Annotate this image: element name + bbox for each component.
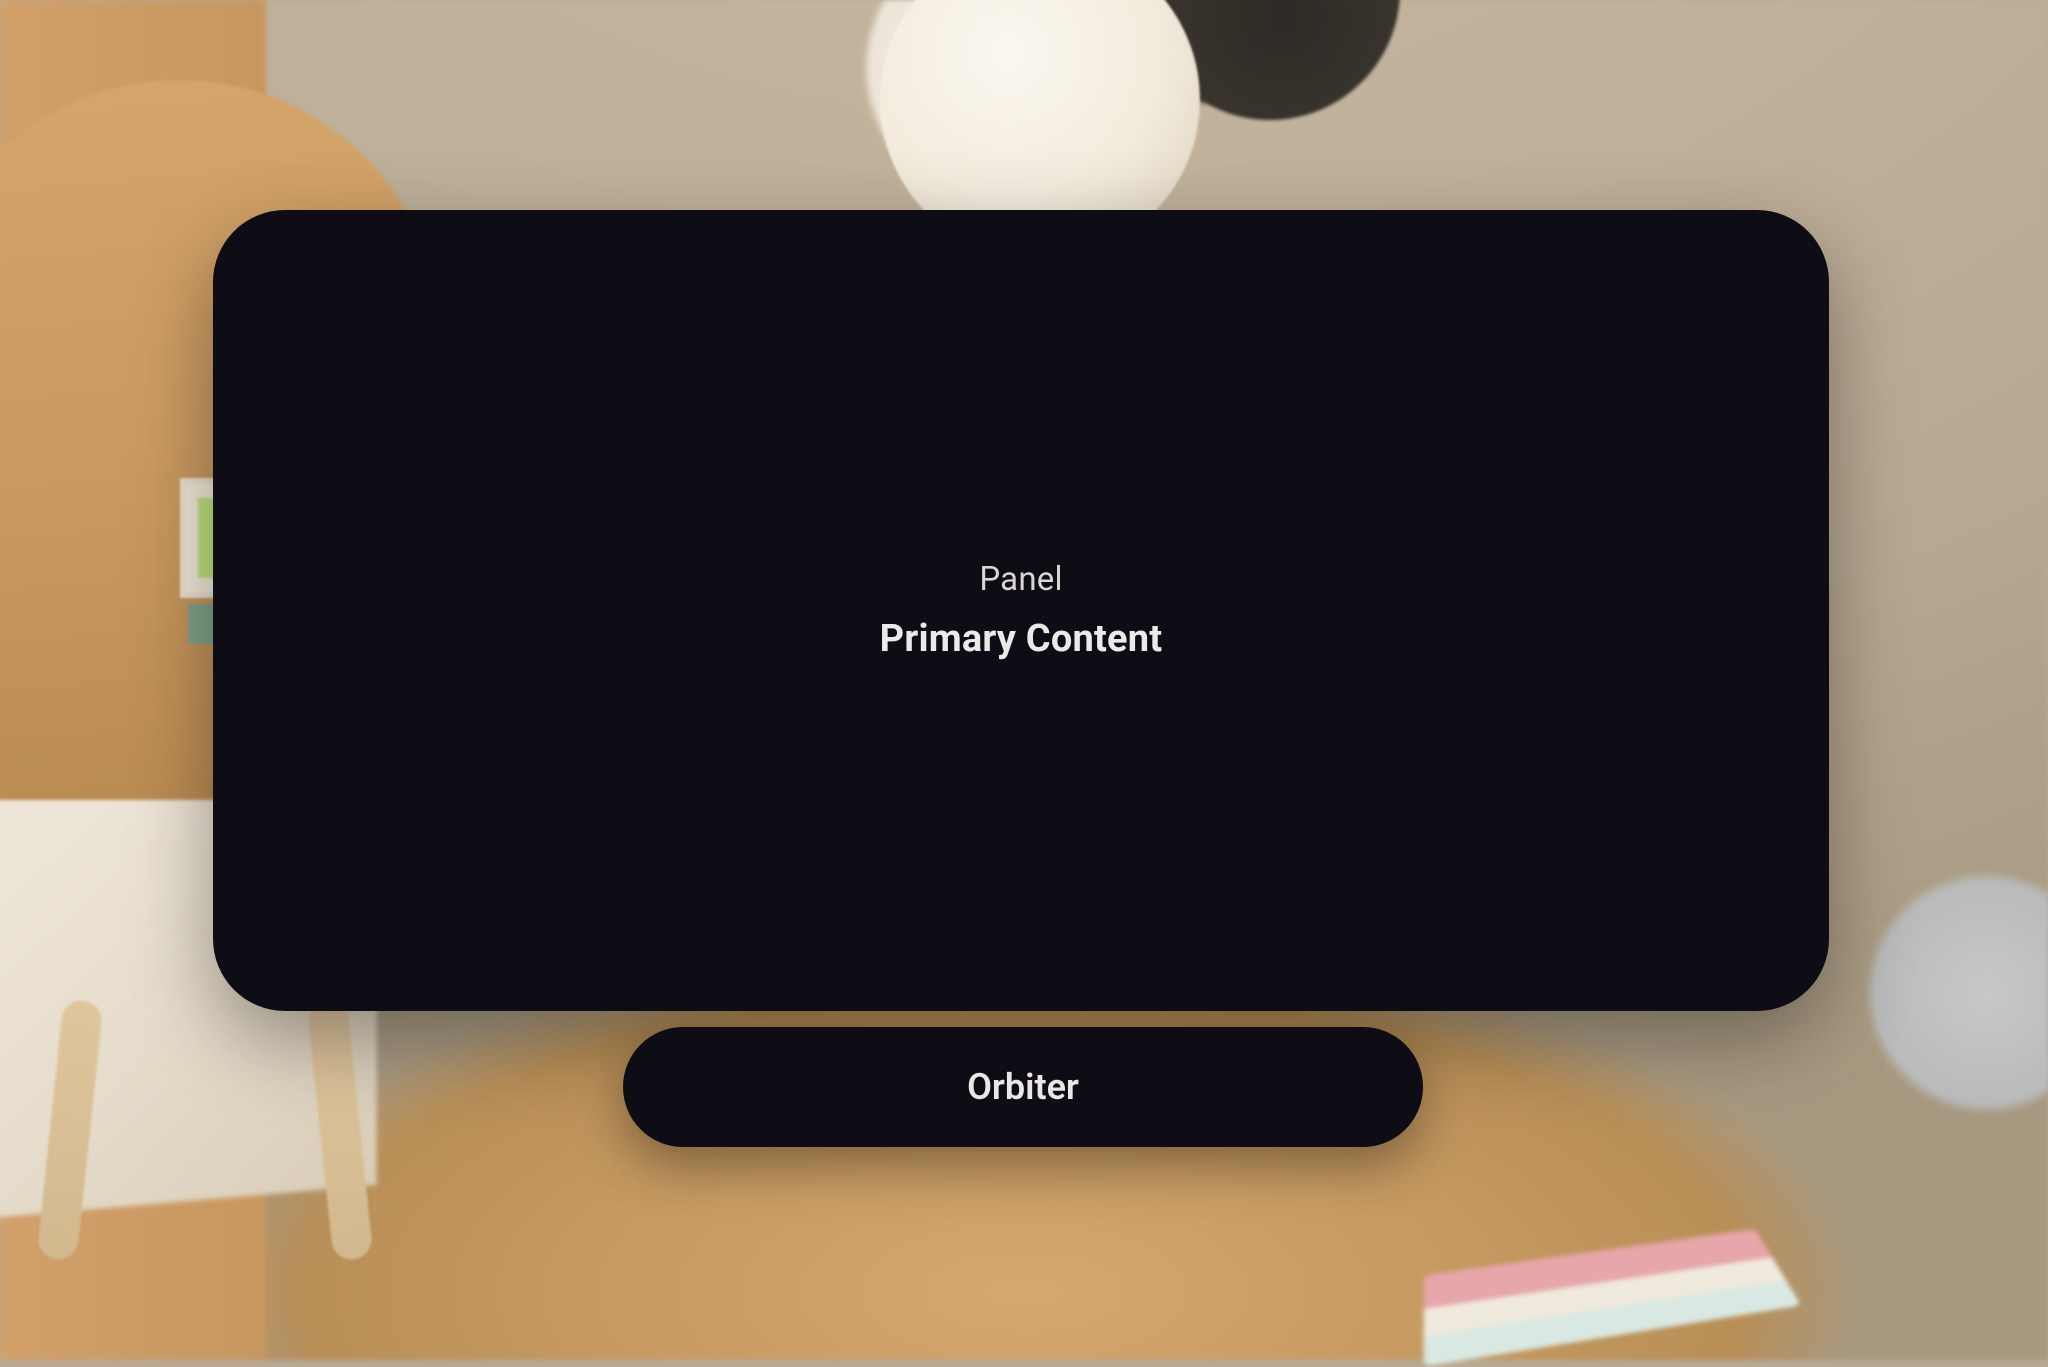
primary-panel[interactable]: Panel Primary Content	[213, 210, 1829, 1011]
spatial-stage: Panel Primary Content Orbiter	[0, 0, 2048, 1360]
panel-title: Primary Content	[880, 617, 1163, 661]
orbiter-label: Orbiter	[967, 1066, 1079, 1108]
panel-label: Panel	[979, 560, 1062, 599]
orbiter-bar[interactable]: Orbiter	[623, 1027, 1423, 1147]
